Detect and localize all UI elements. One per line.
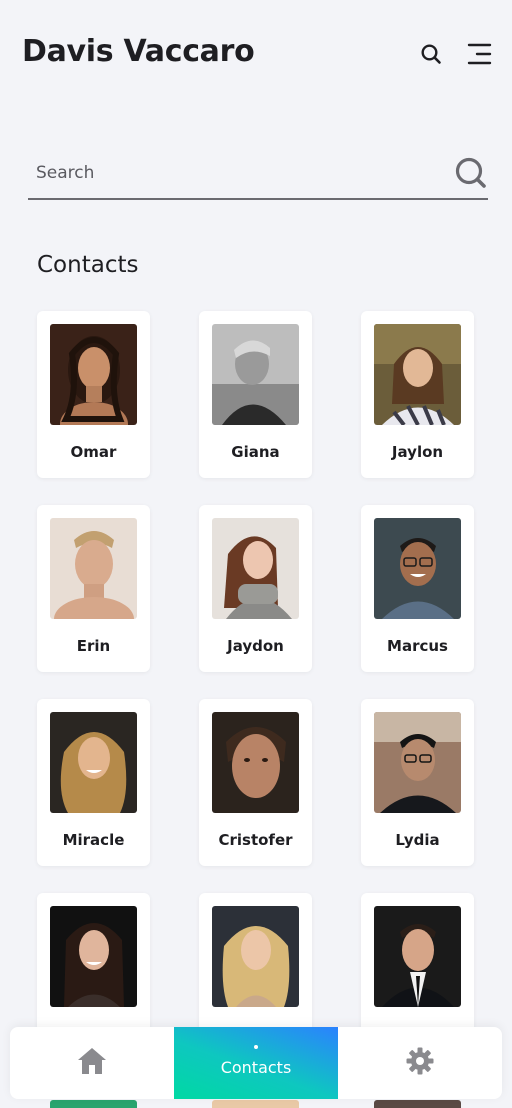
gear-icon — [405, 1046, 435, 1080]
contact-card[interactable]: Miracle — [37, 699, 150, 866]
contact-photo — [374, 906, 461, 1007]
contact-photo-peek — [50, 1100, 137, 1108]
page-title: Davis Vaccaro — [22, 34, 255, 69]
contact-photo — [212, 906, 299, 1007]
contact-photo-peek — [212, 1100, 299, 1108]
contacts-heading: Contacts — [37, 252, 139, 278]
contact-name: Marcus — [387, 637, 448, 655]
contact-photo — [50, 712, 137, 813]
contact-name: Lydia — [395, 831, 440, 849]
contact-photo — [50, 906, 137, 1007]
search-input[interactable] — [36, 158, 436, 188]
contact-card[interactable]: Cristofer — [199, 699, 312, 866]
nav-home[interactable] — [10, 1027, 174, 1099]
search-icon[interactable] — [417, 40, 445, 68]
active-indicator-dot — [254, 1045, 258, 1049]
contact-photo — [50, 324, 137, 425]
home-icon — [76, 1046, 108, 1080]
app-header: Davis Vaccaro — [0, 0, 512, 100]
nav-contacts[interactable]: Contacts — [174, 1027, 338, 1099]
contact-photo — [374, 518, 461, 619]
search-button-icon[interactable] — [454, 156, 488, 190]
contact-name: Giana — [231, 443, 280, 461]
contact-name: Miracle — [62, 831, 125, 849]
contact-photo — [212, 324, 299, 425]
contact-card[interactable]: Omar — [37, 311, 150, 478]
contact-photo — [374, 712, 461, 813]
contacts-grid: Omar Giana Jaylon Erin Jaydon Marcus Mir… — [37, 311, 477, 1060]
contact-name: Cristofer — [218, 831, 293, 849]
contact-name: Jaydon — [227, 637, 284, 655]
contact-photo — [50, 518, 137, 619]
nav-contacts-label: Contacts — [220, 1058, 292, 1077]
contact-photo — [212, 712, 299, 813]
contact-card[interactable]: Jaylon — [361, 311, 474, 478]
search-bar — [28, 150, 488, 200]
nav-settings[interactable] — [338, 1027, 502, 1099]
contact-card[interactable]: Giana — [199, 311, 312, 478]
contact-card[interactable]: Erin — [37, 505, 150, 672]
contact-name: Erin — [76, 637, 111, 655]
menu-icon[interactable] — [465, 40, 493, 68]
contact-name: Jaylon — [391, 443, 444, 461]
contact-name: Omar — [70, 443, 117, 461]
contact-card[interactable]: Jaydon — [199, 505, 312, 672]
contact-card[interactable]: Lydia — [361, 699, 474, 866]
contact-photo — [212, 518, 299, 619]
contact-card[interactable]: Marcus — [361, 505, 474, 672]
bottom-nav: Contacts — [10, 1027, 502, 1099]
contact-photo-peek — [374, 1100, 461, 1108]
contact-photo — [374, 324, 461, 425]
